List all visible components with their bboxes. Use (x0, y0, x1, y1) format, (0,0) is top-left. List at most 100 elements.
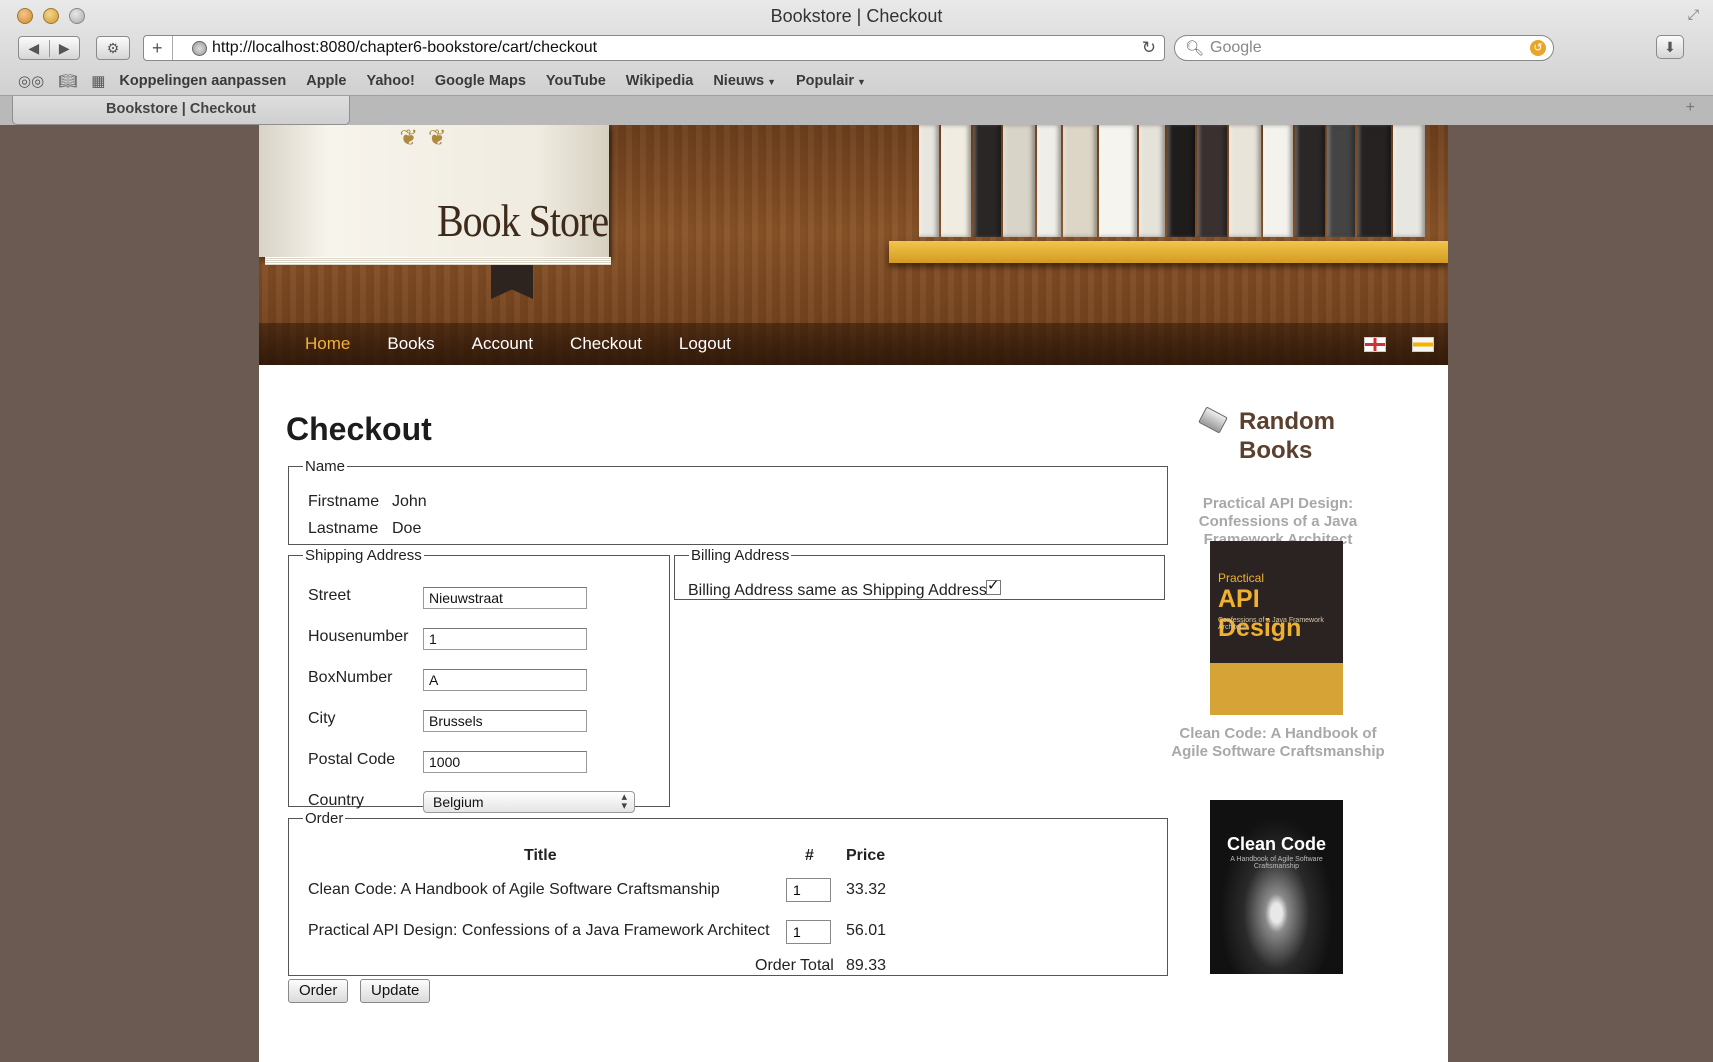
street-label: Street (308, 587, 351, 604)
nav-checkout[interactable]: Checkout (570, 334, 642, 354)
tools-button[interactable]: ⚙ (96, 36, 130, 60)
book-spine (973, 125, 1001, 237)
downloads-button[interactable]: ⬇ (1656, 35, 1684, 59)
book-spine (1357, 125, 1391, 237)
chevron-down-icon: ▼ (857, 77, 866, 87)
address-text[interactable]: http://localhost:8080/chapter6-bookstore… (212, 39, 597, 57)
snapback-icon[interactable]: ↺ (1530, 40, 1546, 56)
postal-code-input[interactable] (423, 751, 587, 773)
book-spine (1263, 125, 1293, 237)
select-arrows-icon: ▴ ▾ (621, 791, 627, 812)
bookmark-folder-label: Nieuws (713, 73, 765, 89)
billing-same-checkbox[interactable]: ✓ (986, 578, 1001, 595)
shipping-legend: Shipping Address (305, 547, 422, 564)
search-icon[interactable]: 🔍︎ (1185, 39, 1204, 57)
sidebar-title-line: Books (1239, 437, 1313, 464)
boxnumber-input[interactable] (423, 669, 587, 691)
book-spine (1327, 125, 1355, 237)
order-row-qty-input[interactable] (786, 878, 831, 902)
tab-active[interactable]: Bookstore | Checkout (12, 96, 350, 125)
nav-account[interactable]: Account (472, 334, 533, 354)
name-fieldset: Name Firstname John Lastname Doe (288, 458, 1168, 545)
billing-address-fieldset: Billing Address Billing Address same as … (674, 547, 1165, 600)
book-spine (1229, 125, 1261, 237)
page-title: Checkout (286, 411, 432, 447)
bookmark-folder[interactable]: Populair ▼ (796, 73, 866, 89)
sidebar-title: Random Books (1239, 407, 1335, 465)
book-spine (1197, 125, 1227, 237)
new-tab-icon[interactable]: + (1686, 99, 1695, 117)
chevron-down-icon: ▼ (767, 77, 777, 87)
city-input[interactable] (423, 710, 587, 732)
street-input[interactable] (423, 587, 587, 609)
english-flag-icon[interactable] (1364, 337, 1386, 352)
top-sites-grid-icon[interactable]: ▦ (91, 72, 105, 90)
city-label: City (308, 710, 336, 727)
reading-list-icon[interactable]: ◎◎ (18, 72, 44, 90)
header-banner: ❦ ❦ Book Store Home Books Account Checko… (259, 125, 1448, 365)
main-navigation: Home Books Account Checkout Logout (259, 323, 1448, 365)
order-row-price: 56.01 (846, 922, 887, 939)
ornament-decoration: ❦ ❦ (399, 125, 449, 150)
book-cover-image[interactable]: Clean Code A Handbook of Agile Software … (1210, 800, 1343, 974)
random-book-title-link[interactable]: Clean Code: A Handbook of Agile Software… (1168, 725, 1388, 761)
bookmark-folder[interactable]: Nieuws ▼ (713, 73, 776, 89)
book-spine (1099, 125, 1137, 237)
nav-home[interactable]: Home (305, 334, 350, 354)
bookmarks-book-icon[interactable]: 📖︎ (58, 72, 77, 90)
nav-books[interactable]: Books (387, 334, 434, 354)
fullscreen-icon[interactable]: ⤢ (1688, 6, 1699, 23)
country-label: Country (308, 792, 365, 809)
update-button[interactable]: Update (360, 979, 431, 1003)
billing-same-label: Billing Address same as Shipping Address (688, 582, 987, 599)
bookmark-item[interactable]: YouTube (546, 73, 606, 89)
cover-text: Confessions of a Java Framework Architec… (1218, 617, 1324, 631)
address-bar[interactable]: + http://localhost:8080/chapter6-booksto… (143, 35, 1165, 61)
order-price-header: Price (846, 847, 886, 864)
lastname-label: Lastname (308, 520, 379, 537)
cover-text: API Design (1218, 585, 1302, 642)
wooden-shelf (889, 241, 1448, 263)
book-spine (941, 125, 971, 237)
order-fieldset: Order Title # Price Clean Code: A Handbo… (288, 810, 1168, 976)
book-pages-decoration (265, 257, 611, 265)
add-bookmark-icon[interactable]: + (152, 38, 163, 59)
postal-code-label: Postal Code (308, 751, 396, 768)
bookmark-item[interactable]: Apple (306, 73, 346, 89)
bookmark-item[interactable]: Google Maps (435, 73, 526, 89)
bookmark-item[interactable]: Yahoo! (367, 73, 415, 89)
nav-logout[interactable]: Logout (679, 334, 731, 354)
cover-text: A Handbook of Agile Software Craftsmansh… (1230, 856, 1323, 870)
address-separator (172, 36, 173, 60)
back-forward-buttons: ◀ ▶ (18, 36, 80, 60)
billing-legend: Billing Address (691, 547, 790, 564)
order-row-qty-input[interactable] (786, 920, 831, 944)
order-qty-header: # (805, 847, 814, 864)
window-title: Bookstore | Checkout (770, 6, 943, 26)
back-button[interactable]: ◀ (19, 39, 50, 57)
wrench-icon: ⚙ (106, 39, 120, 56)
bookmarks-bar: ◎◎ 📖︎ ▦ Koppelingen aanpassen Apple Yaho… (18, 71, 886, 91)
search-placeholder: Google (1210, 39, 1262, 56)
book-spine (1003, 125, 1035, 237)
bookmark-item[interactable]: Koppelingen aanpassen (119, 73, 286, 89)
order-button[interactable]: Order (288, 979, 349, 1003)
bookmark-item[interactable]: Wikipedia (626, 73, 694, 89)
cover-text: Practical (1218, 571, 1265, 585)
book-illustration: ❦ ❦ Book Store (259, 125, 609, 257)
tab-bar: Bookstore | Checkout + (0, 95, 1713, 125)
housenumber-input[interactable] (423, 628, 587, 650)
book-cover-image[interactable]: Practical API Design Confessions of a Ja… (1210, 541, 1343, 715)
main-content: Checkout Name Firstname John Lastname Do… (259, 365, 1448, 1062)
forward-button[interactable]: ▶ (50, 40, 80, 57)
book-spine (919, 125, 939, 237)
sidebar-title-line: Random (1239, 408, 1335, 435)
country-selected-value: Belgium (433, 794, 484, 810)
housenumber-label: Housenumber (308, 628, 409, 645)
bookmark-folder-label: Populair (796, 73, 855, 89)
dutch-flag-icon[interactable] (1412, 337, 1434, 352)
book-spine (1393, 125, 1425, 237)
firstname-value: John (392, 493, 427, 510)
search-field[interactable]: 🔍︎ Google ↺ (1174, 35, 1554, 61)
reload-icon[interactable]: ↻ (1142, 38, 1156, 58)
